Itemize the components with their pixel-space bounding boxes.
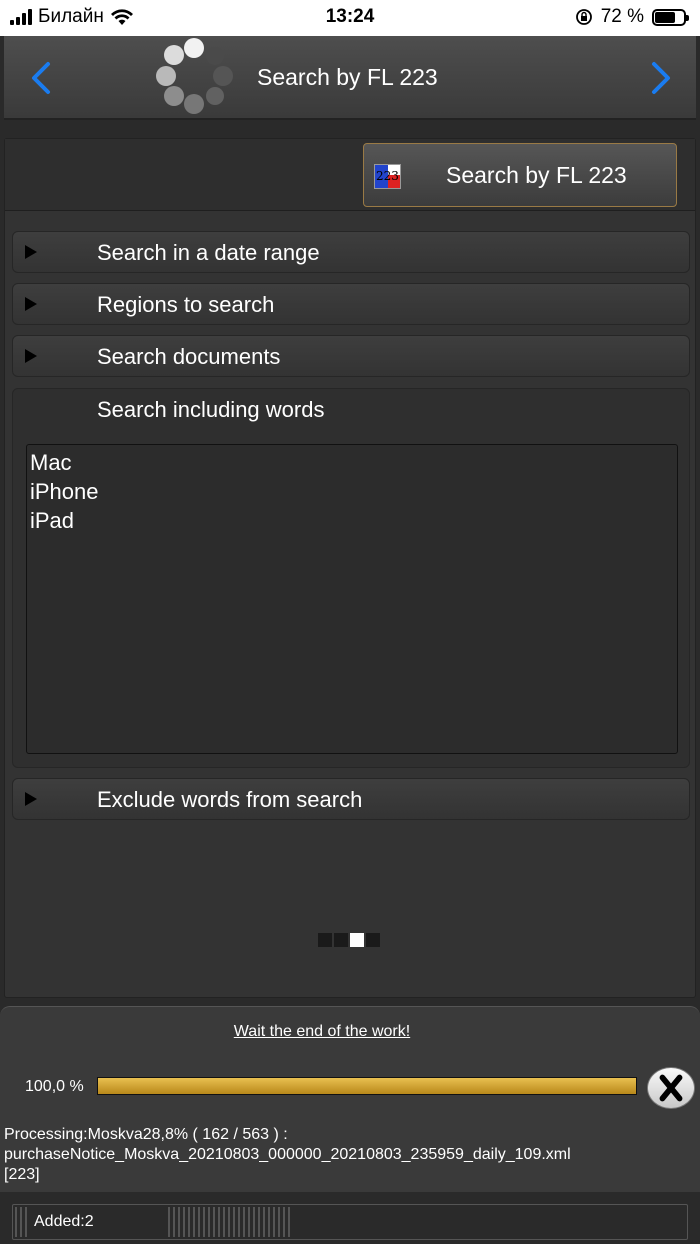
progress-panel: Wait the end of the work! 100,0 % Proces… bbox=[0, 1006, 700, 1192]
page-dot[interactable] bbox=[318, 933, 332, 947]
bottom-status-bar: Added:2 bbox=[12, 1204, 688, 1240]
progress-fill bbox=[98, 1078, 636, 1094]
progress-bar bbox=[97, 1077, 637, 1095]
section-label: Search documents bbox=[97, 344, 281, 369]
collapsed-triangle-icon bbox=[25, 792, 37, 806]
page-dot[interactable] bbox=[350, 933, 364, 947]
processing-tag: [223] bbox=[4, 1166, 40, 1183]
progress-percent: 100,0 % bbox=[25, 1078, 84, 1095]
collapsed-triangle-icon bbox=[25, 297, 37, 311]
page-dot[interactable] bbox=[334, 933, 348, 947]
including-words-textarea[interactable]: Mac iPhone iPad bbox=[26, 444, 678, 754]
forward-arrow-icon[interactable] bbox=[640, 56, 680, 100]
nav-header: Search by FL 223 bbox=[4, 36, 696, 120]
collapsed-triangle-icon bbox=[25, 349, 37, 363]
page-dot[interactable] bbox=[366, 933, 380, 947]
section-label: Search in a date range bbox=[97, 240, 320, 265]
loading-spinner-icon bbox=[156, 38, 233, 114]
search-button-label: Search by FL 223 bbox=[446, 162, 627, 188]
processing-file: purchaseNotice_Moskva_20210803_000000_20… bbox=[4, 1146, 571, 1163]
status-right: 72 % bbox=[575, 6, 689, 28]
battery-percent: 72 % bbox=[600, 6, 644, 27]
section-exclude-words[interactable]: Exclude words from search bbox=[12, 778, 690, 820]
status-bar: Билайн 13:24 72 % bbox=[0, 0, 700, 36]
activity-stripes bbox=[15, 1207, 27, 1237]
fl223-flag-icon: 223 bbox=[374, 164, 401, 189]
wait-link[interactable]: Wait the end of the work! bbox=[0, 1023, 644, 1041]
orientation-lock-icon bbox=[575, 9, 592, 25]
processing-status: Processing:Moskva28,8% ( 162 / 563 ) : p… bbox=[4, 1125, 571, 1185]
close-icon[interactable] bbox=[647, 1067, 695, 1109]
page-indicator[interactable] bbox=[318, 933, 380, 947]
section-label: Regions to search bbox=[97, 292, 275, 317]
section-date-range[interactable]: Search in a date range bbox=[12, 231, 690, 273]
section-including-words-header[interactable]: Search including words bbox=[13, 389, 689, 431]
word-entry: Mac bbox=[30, 450, 72, 475]
activity-stripes bbox=[168, 1207, 292, 1237]
section-regions[interactable]: Regions to search bbox=[12, 283, 690, 325]
added-count: Added:2 bbox=[34, 1213, 94, 1230]
section-label: Search including words bbox=[97, 397, 325, 422]
section-including-words: Search including words Mac iPhone iPad bbox=[12, 388, 690, 768]
battery-icon bbox=[652, 8, 689, 26]
processing-line: Processing:Moskva28,8% ( 162 / 563 ) : bbox=[4, 1126, 288, 1143]
section-label: Exclude words from search bbox=[97, 787, 363, 812]
word-entry: iPad bbox=[30, 508, 75, 533]
section-documents[interactable]: Search documents bbox=[12, 335, 690, 377]
collapsed-triangle-icon bbox=[25, 245, 37, 259]
panel-toolbar: 223 Search by FL 223 bbox=[5, 139, 695, 211]
word-entry: iPhone bbox=[30, 479, 99, 504]
words-list: Mac iPhone iPad bbox=[27, 448, 99, 535]
back-arrow-icon[interactable] bbox=[22, 56, 62, 100]
search-fl223-button[interactable]: 223 Search by FL 223 bbox=[363, 143, 677, 207]
search-panel: 223 Search by FL 223 Search in a date ra… bbox=[4, 138, 696, 998]
page-title: Search by FL 223 bbox=[257, 64, 438, 90]
